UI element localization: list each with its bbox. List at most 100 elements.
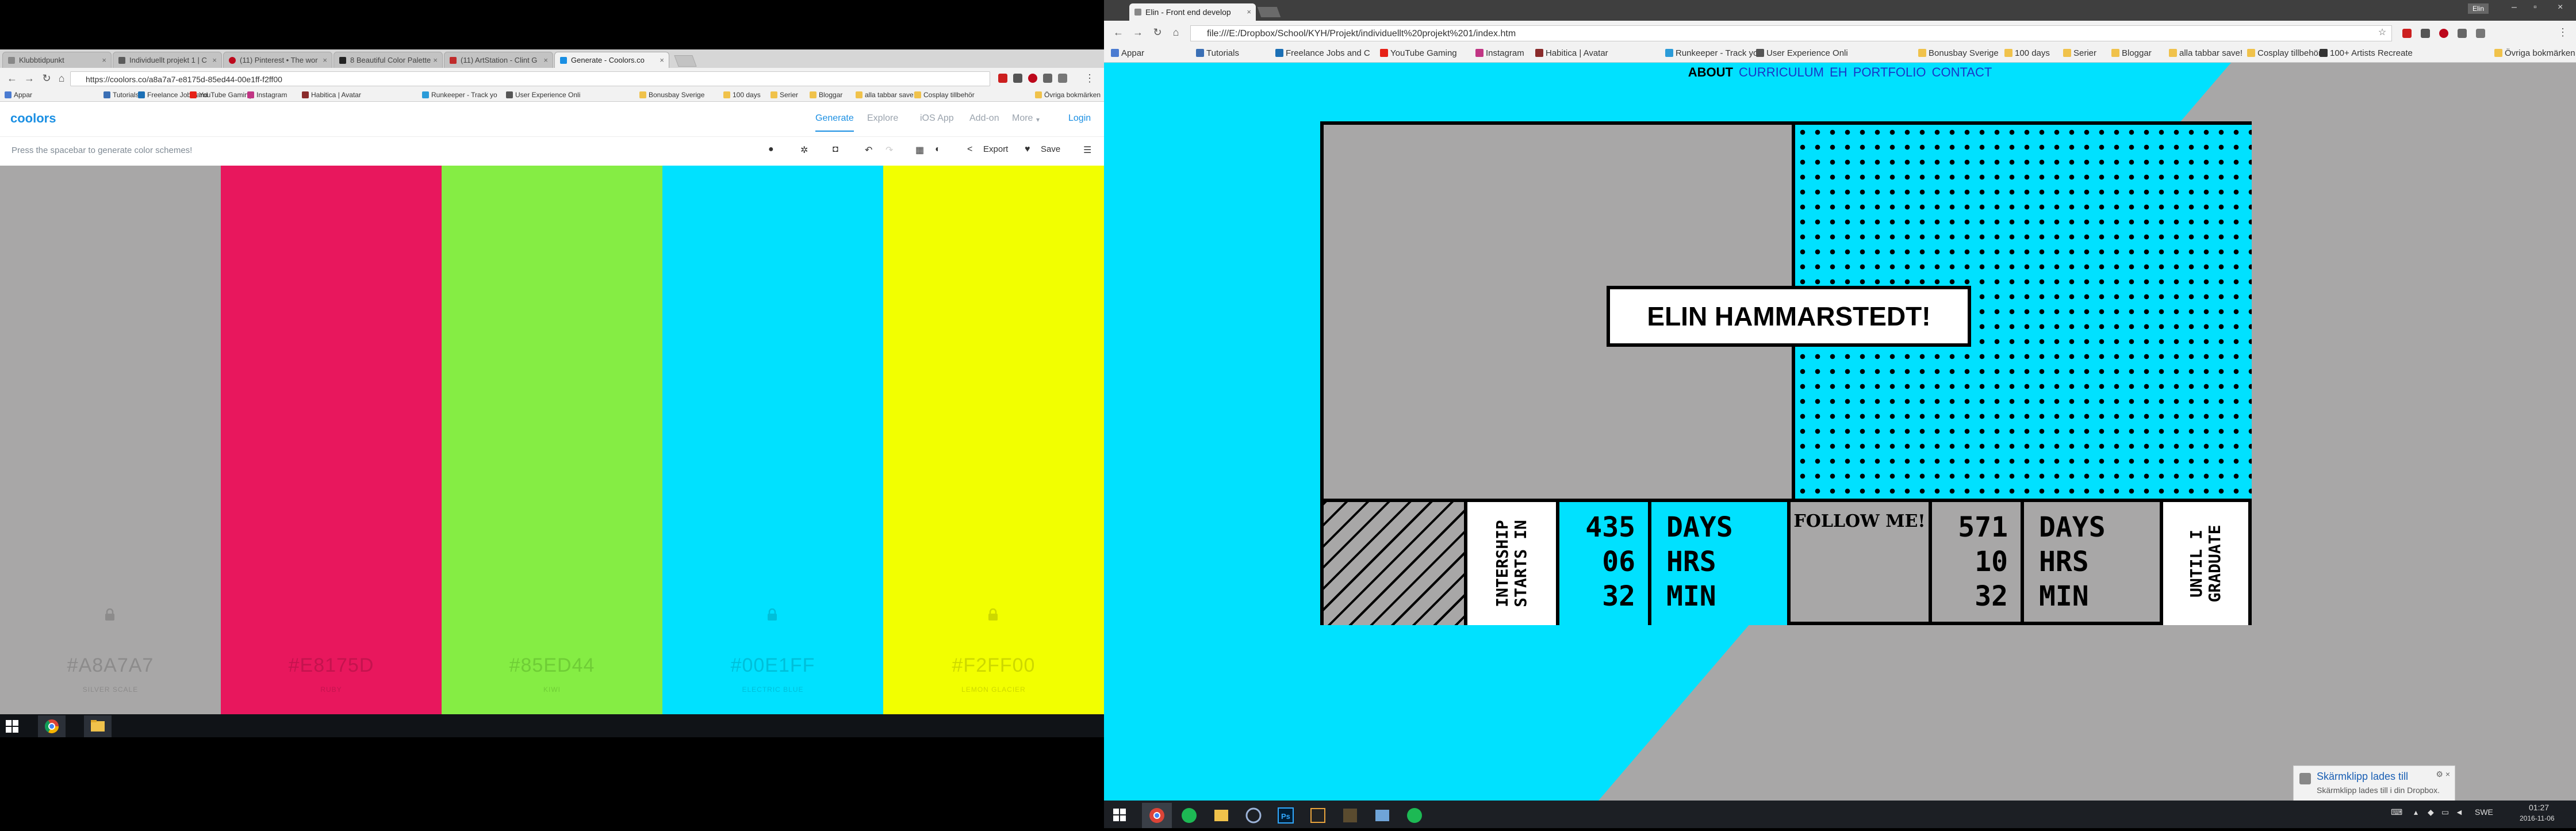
bookmark[interactable]: 100 days	[723, 91, 761, 99]
chrome-taskbar-icon[interactable]	[38, 715, 66, 737]
close-icon[interactable]: ×	[660, 52, 664, 68]
star-icon[interactable]: ☆	[2376, 26, 2389, 38]
heart-icon[interactable]: ♥	[1025, 144, 1030, 155]
language-indicator[interactable]: SWE	[2475, 807, 2493, 817]
swatch-hex[interactable]: #00E1FF	[662, 654, 883, 677]
bookmark[interactable]: Bonusbay Sverige	[1918, 48, 1999, 58]
palette-icon[interactable]: ◐	[935, 144, 941, 155]
hamburger-menu-icon[interactable]: ☰	[1083, 144, 1091, 156]
bookmark[interactable]: User Experience Onli	[1756, 48, 1848, 58]
tab-5[interactable]: (11) ArtStation - Clint G ×	[444, 52, 553, 68]
close-icon[interactable]: ⚙ ×	[2436, 769, 2450, 779]
opera-icon[interactable]	[998, 74, 1007, 83]
extension-icon[interactable]	[1013, 74, 1022, 83]
grid-icon[interactable]: ▦	[915, 144, 924, 156]
close-icon[interactable]: ×	[102, 52, 106, 68]
photos-taskbar-icon[interactable]	[1367, 803, 1397, 828]
reload-icon[interactable]: ↻	[1151, 26, 1164, 39]
help-icon[interactable]: ●	[768, 144, 774, 155]
nav-more[interactable]: More	[1012, 113, 1033, 124]
bookmark[interactable]: Instagram	[247, 91, 287, 99]
menu-icon[interactable]: ⋮	[2556, 26, 2569, 39]
bookmark[interactable]: Instagram	[1475, 48, 1524, 58]
save-button[interactable]: Save	[1041, 144, 1060, 154]
nav-addon[interactable]: Add-on	[969, 113, 999, 124]
color-swatch[interactable]: #00E1FF ELECTRIC BLUE	[662, 166, 883, 714]
bookmark[interactable]: Cosplay tillbehör	[2247, 48, 2321, 58]
file-explorer-taskbar-icon[interactable]	[84, 715, 112, 737]
bookmark[interactable]: Freelance Jobs and C	[1275, 48, 1370, 58]
bookmark[interactable]: YouTube Gaming	[1380, 48, 1457, 58]
app-taskbar-icon[interactable]	[1335, 803, 1365, 828]
lock-icon[interactable]	[103, 608, 116, 621]
bookmark[interactable]: Runkeeper - Track yo	[1665, 48, 1758, 58]
app-taskbar-icon[interactable]	[1303, 803, 1333, 828]
pinterest-icon[interactable]	[1028, 74, 1037, 83]
color-swatch[interactable]: #A8A7A7 SILVER SCALE	[0, 166, 221, 714]
nav-portfolio[interactable]: PORTFOLIO	[1853, 65, 1926, 79]
bookmark[interactable]: alla tabbar save!	[856, 91, 915, 99]
lock-icon[interactable]	[987, 608, 999, 621]
reload-icon[interactable]: ↻	[40, 72, 53, 85]
bookmark[interactable]: Habitica | Avatar	[1535, 48, 1608, 58]
tool-taskbar-icon[interactable]	[1239, 803, 1268, 828]
extension-icon[interactable]	[2476, 29, 2485, 38]
back-icon[interactable]: ←	[1112, 26, 1125, 39]
photoshop-taskbar-icon[interactable]: Ps	[1271, 803, 1301, 828]
extension-icon[interactable]	[1058, 74, 1067, 83]
bookmark-folder[interactable]: Övriga bokmärken	[2494, 48, 2575, 58]
chrome-taskbar-icon[interactable]	[1142, 803, 1172, 828]
profile-button[interactable]: Elin	[2468, 3, 2489, 14]
extension-icon[interactable]	[2458, 29, 2467, 38]
bookmark[interactable]: Serier	[770, 91, 798, 99]
lock-icon[interactable]	[766, 608, 779, 621]
nav-eh[interactable]: EH	[1830, 65, 1847, 79]
minimize-icon[interactable]: –	[2512, 2, 2517, 13]
address-bar[interactable]: https://coolors.co/a8a7a7-e8175d-85ed44-…	[70, 71, 990, 86]
volume-icon[interactable]: ◄	[2455, 807, 2463, 817]
tab-coolors[interactable]: Generate - Coolors.co ×	[554, 52, 669, 68]
color-swatch[interactable]: #F2FF00 LEMON GLACIER	[883, 166, 1104, 714]
export-button[interactable]: Export	[983, 144, 1008, 154]
tab-3[interactable]: (11) Pinterest • The wor ×	[223, 52, 332, 68]
new-tab-button[interactable]	[1257, 7, 1281, 17]
redo-icon[interactable]: ↷	[885, 144, 893, 156]
close-icon[interactable]: ×	[1247, 3, 1251, 21]
bookmark[interactable]: Bonusbay Sverige	[639, 91, 704, 99]
swatch-hex[interactable]: #E8175D	[221, 654, 442, 677]
dropbox-notification[interactable]: Skärmklipp lades till Skärmklipp lades t…	[2293, 765, 2455, 801]
bookmark[interactable]: Runkeeper - Track yo	[422, 91, 497, 99]
windows-start-icon[interactable]	[1113, 809, 1126, 821]
follow-me-link[interactable]: FOLLOW ME!	[1791, 502, 1932, 625]
bookmark[interactable]: 100 days	[2004, 48, 2050, 58]
bookmark[interactable]: Tutorials	[103, 91, 139, 99]
spotify-taskbar-icon[interactable]	[1174, 803, 1204, 828]
swatch-hex[interactable]: #A8A7A7	[0, 654, 221, 677]
pinterest-icon[interactable]	[2439, 29, 2448, 38]
swatch-hex[interactable]: #85ED44	[442, 654, 662, 677]
color-swatch[interactable]: #E8175D RUBY	[221, 166, 442, 714]
tab-2[interactable]: Individuellt projekt 1 | C ×	[113, 52, 222, 68]
windows-start-icon[interactable]	[6, 720, 18, 733]
bookmark[interactable]: alla tabbar save!	[2169, 48, 2242, 58]
network-icon[interactable]: ▭	[2441, 807, 2449, 817]
nav-ios-app[interactable]: iOS App	[920, 113, 954, 124]
close-icon[interactable]: ×	[433, 52, 438, 68]
nav-curriculum[interactable]: CURRICULUM	[1739, 65, 1824, 79]
dropbox-tray-icon[interactable]: ◆	[2428, 807, 2434, 817]
close-icon[interactable]: ×	[543, 52, 548, 68]
bookmark[interactable]: Habitica | Avatar	[302, 91, 361, 99]
bookmark[interactable]: Bloggar	[810, 91, 842, 99]
bookmark[interactable]: 100+ Artists Recreate	[2320, 48, 2413, 58]
share-icon[interactable]: <	[967, 144, 972, 155]
back-icon[interactable]: ←	[6, 72, 18, 85]
home-icon[interactable]: ⌂	[1170, 26, 1182, 39]
tab-elin[interactable]: Elin - Front end develop ×	[1129, 3, 1256, 21]
file-explorer-taskbar-icon[interactable]	[1206, 803, 1236, 828]
close-icon[interactable]: ×	[212, 52, 217, 68]
forward-icon[interactable]: →	[1132, 26, 1144, 39]
nav-about[interactable]: ABOUT	[1688, 65, 1733, 79]
color-swatch[interactable]: #85ED44 KIWI	[442, 166, 662, 714]
clock-time[interactable]: 01:27	[2529, 803, 2549, 812]
swatch-hex[interactable]: #F2FF00	[883, 654, 1104, 677]
